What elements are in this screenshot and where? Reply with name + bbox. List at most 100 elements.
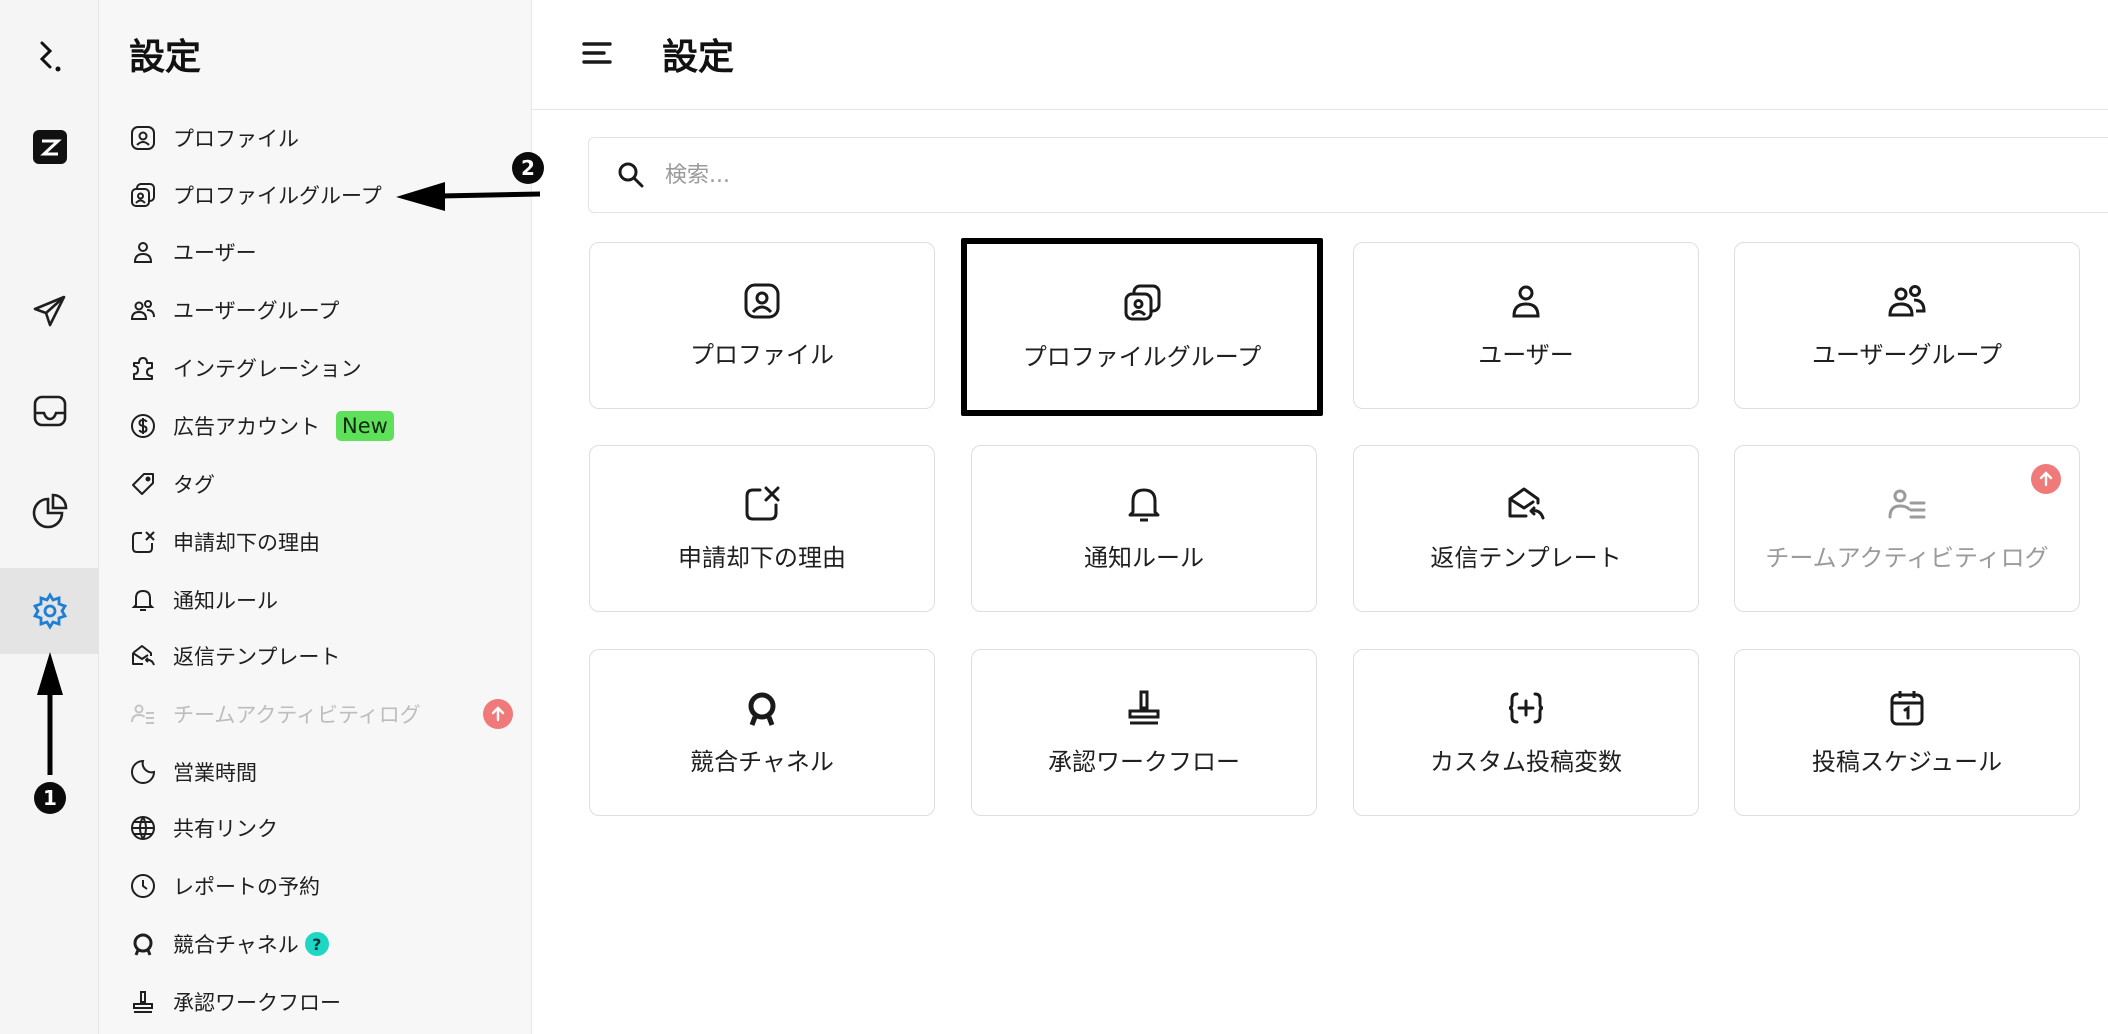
competitor-icon bbox=[129, 930, 157, 958]
sidebar-item-team-activity-log[interactable]: チームアクティビティログ bbox=[99, 688, 531, 740]
team-activity-icon bbox=[129, 700, 157, 728]
tag-icon bbox=[129, 470, 157, 498]
sidebar-item-business-hours[interactable]: 営業時間 bbox=[99, 746, 531, 798]
sidebar-item-label: 広告アカウント bbox=[173, 415, 320, 439]
user-group-icon bbox=[129, 296, 157, 324]
card-label: 承認ワークフロー bbox=[1048, 748, 1240, 776]
card-label: ユーザーグループ bbox=[1811, 341, 2003, 369]
sidebar-item-label: 競合チャネル bbox=[173, 933, 299, 957]
sidebar-item-label: レポートの予約 bbox=[173, 875, 320, 899]
sidebar-item-label: プロファイル bbox=[173, 127, 299, 151]
sidebar-item-profile-group[interactable]: プロファイルグループ bbox=[99, 169, 531, 221]
calendar-icon bbox=[1887, 688, 1927, 728]
sidebar-item-label: プロファイルグループ bbox=[173, 184, 382, 208]
step-marker-1: 1 bbox=[34, 782, 66, 814]
settings-gear-icon[interactable] bbox=[0, 568, 99, 654]
search-bar[interactable] bbox=[588, 137, 2108, 213]
sidebar-item-label: 返信テンプレート bbox=[173, 645, 341, 669]
page-title: 設定 bbox=[662, 37, 735, 78]
sidebar-item-reply-template[interactable]: 返信テンプレート bbox=[99, 630, 531, 682]
sidebar-item-tag[interactable]: タグ bbox=[99, 458, 531, 510]
sidebar-item-label: 共有リンク bbox=[173, 817, 278, 841]
new-badge: New bbox=[336, 411, 394, 441]
sidebar-item-report-schedule[interactable]: レポートの予約 bbox=[99, 860, 531, 912]
inbox-icon[interactable] bbox=[0, 368, 99, 454]
stamp-icon bbox=[1124, 688, 1164, 728]
bell-icon bbox=[129, 586, 157, 614]
sidebar-item-integration[interactable]: インテグレーション bbox=[99, 342, 531, 394]
card-profile-group[interactable]: プロファイルグループ bbox=[961, 238, 1323, 416]
card-notification-rule[interactable]: 通知ルール bbox=[971, 445, 1317, 612]
sidebar-item-approval-workflow[interactable]: 承認ワークフロー bbox=[99, 976, 531, 1028]
user-icon bbox=[129, 238, 157, 266]
team-activity-icon bbox=[1887, 484, 1927, 524]
sidebar-item-notification-rule[interactable]: 通知ルール bbox=[99, 574, 531, 626]
moon-icon bbox=[129, 758, 157, 786]
sidebar-item-label: タグ bbox=[173, 473, 215, 497]
card-approval-workflow[interactable]: 承認ワークフロー bbox=[971, 649, 1317, 816]
sidebar-item-label: 承認ワークフロー bbox=[173, 991, 341, 1015]
card-label: チームアクティビティログ bbox=[1765, 544, 2049, 572]
card-reply-template[interactable]: 返信テンプレート bbox=[1353, 445, 1699, 612]
reject-icon bbox=[742, 484, 782, 524]
sidebar-item-ad-account[interactable]: 広告アカウント New bbox=[99, 400, 531, 452]
sidebar-item-label: ユーザーグループ bbox=[173, 299, 340, 323]
competitor-icon bbox=[742, 688, 782, 728]
card-user[interactable]: ユーザー bbox=[1353, 242, 1699, 409]
card-label: プロファイルグループ bbox=[1022, 342, 1262, 371]
sidebar-item-shared-link[interactable]: 共有リンク bbox=[99, 802, 531, 854]
user-icon bbox=[1506, 281, 1546, 321]
card-profile[interactable]: プロファイル bbox=[589, 242, 935, 409]
workspace-avatar-icon[interactable] bbox=[0, 104, 99, 190]
stamp-icon bbox=[129, 988, 157, 1016]
publish-paper-plane-icon[interactable] bbox=[0, 268, 99, 354]
search-icon bbox=[618, 162, 644, 188]
reply-template-icon bbox=[129, 642, 157, 670]
sidebar-title: 設定 bbox=[129, 37, 202, 78]
bell-icon bbox=[1124, 484, 1164, 524]
card-label: プロファイル bbox=[690, 341, 834, 369]
sidebar-item-label: 通知ルール bbox=[173, 589, 278, 613]
puzzle-icon bbox=[129, 354, 157, 382]
sidebar-item-label: チームアクティビティログ bbox=[173, 703, 421, 727]
sidebar-item-user-group[interactable]: ユーザーグループ bbox=[99, 284, 531, 336]
card-custom-variable[interactable]: カスタム投稿変数 bbox=[1353, 649, 1699, 816]
user-group-icon bbox=[1887, 281, 1927, 321]
help-badge[interactable]: ? bbox=[304, 932, 329, 956]
profile-group-icon bbox=[129, 181, 157, 209]
step-marker-2: 2 bbox=[512, 152, 544, 184]
card-rejection-reason[interactable]: 申請却下の理由 bbox=[589, 445, 935, 612]
profile-icon bbox=[742, 281, 782, 321]
upgrade-arrow-icon[interactable] bbox=[483, 699, 513, 729]
card-competitor-channel[interactable]: 競合チャネル bbox=[589, 649, 935, 816]
nav-rail bbox=[0, 0, 99, 1034]
custom-variable-icon bbox=[1506, 688, 1546, 728]
card-label: カスタム投稿変数 bbox=[1430, 748, 1622, 776]
sidebar-item-label: 営業時間 bbox=[173, 761, 257, 785]
logo-icon[interactable] bbox=[0, 14, 99, 100]
card-team-activity-log[interactable]: チームアクティビティログ bbox=[1734, 445, 2080, 612]
sidebar-item-rejection-reason[interactable]: 申請却下の理由 bbox=[99, 516, 531, 568]
card-label: ユーザー bbox=[1478, 341, 1574, 369]
sidebar-item-competitor-channel[interactable]: 競合チャネル ? bbox=[99, 918, 531, 970]
card-label: 通知ルール bbox=[1084, 544, 1204, 572]
card-label: 申請却下の理由 bbox=[678, 544, 846, 572]
card-post-schedule[interactable]: 投稿スケジュール bbox=[1734, 649, 2080, 816]
app-root: 設定 プロファイル プロファイルグループ ユーザー ユーザーグループ インテグレ… bbox=[0, 0, 2108, 1034]
card-label: 競合チャネル bbox=[690, 748, 834, 776]
profile-icon bbox=[129, 124, 157, 152]
search-input[interactable] bbox=[665, 162, 1965, 188]
dollar-icon bbox=[129, 412, 157, 440]
profile-group-icon bbox=[1122, 283, 1162, 323]
sidebar-item-profile[interactable]: プロファイル bbox=[99, 112, 531, 164]
card-label: 返信テンプレート bbox=[1430, 544, 1622, 572]
sidebar-item-user[interactable]: ユーザー bbox=[99, 226, 531, 278]
main-header: 設定 bbox=[532, 0, 2108, 110]
menu-toggle-icon[interactable] bbox=[580, 36, 614, 70]
card-user-group[interactable]: ユーザーグループ bbox=[1734, 242, 2080, 409]
card-label: 投稿スケジュール bbox=[1811, 748, 2003, 776]
upgrade-arrow-icon[interactable] bbox=[2031, 464, 2061, 494]
sidebar-item-label: インテグレーション bbox=[173, 357, 362, 381]
clock-icon bbox=[129, 872, 157, 900]
analytics-pie-icon[interactable] bbox=[0, 468, 99, 554]
